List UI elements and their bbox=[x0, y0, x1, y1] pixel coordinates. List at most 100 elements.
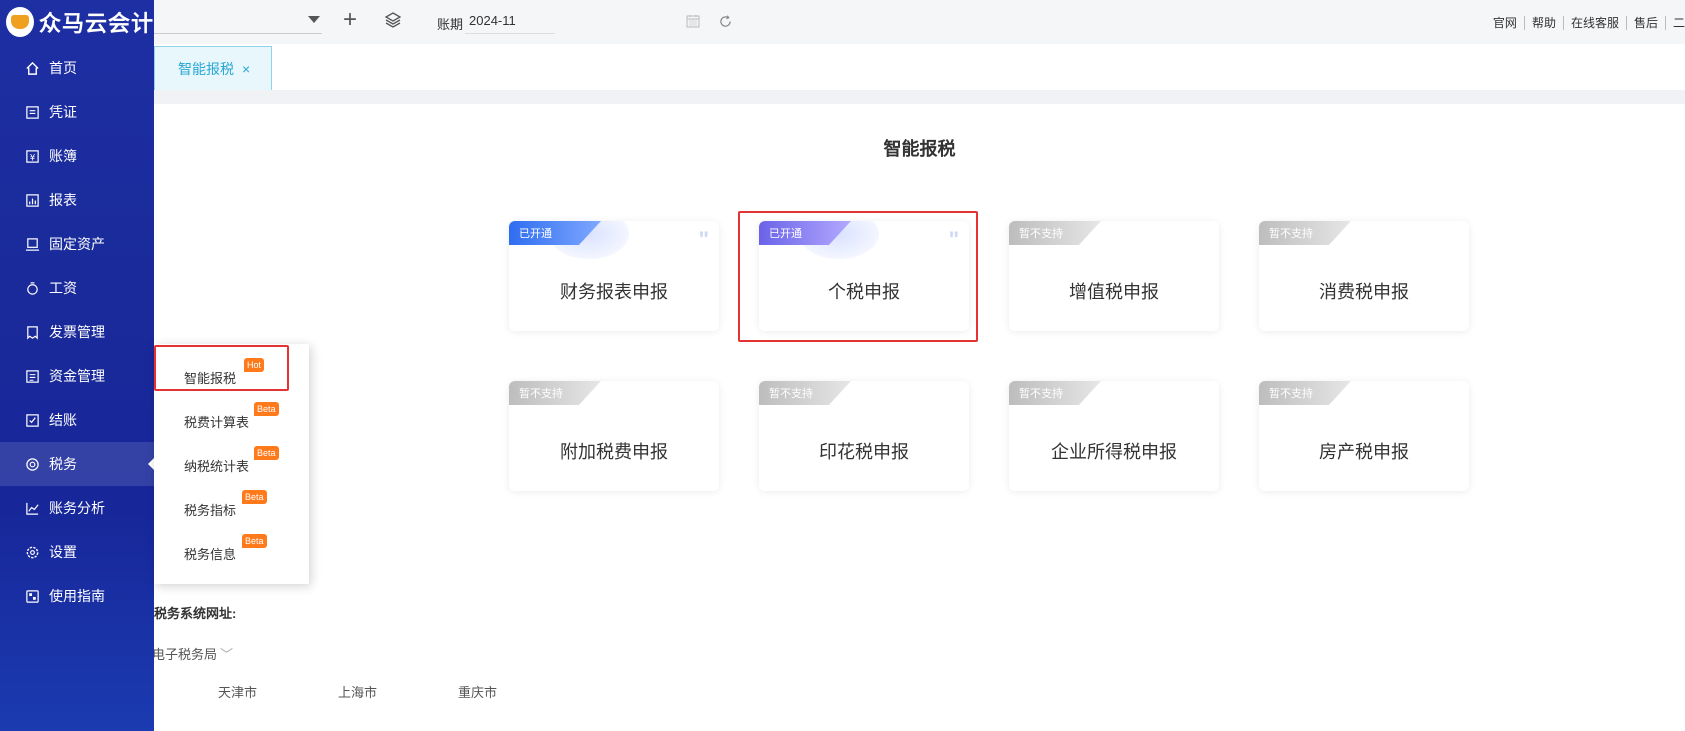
submenu-item-tax-indicators[interactable]: 税务指标 Beta bbox=[184, 490, 267, 519]
sidebar-item-fixed-assets[interactable]: 固定资产 bbox=[0, 222, 154, 266]
guide-icon bbox=[24, 588, 40, 604]
status-badge: 暂不支持 bbox=[1009, 221, 1101, 245]
app-name: 众马云会计 bbox=[38, 11, 154, 36]
sidebar-item-label: 工资 bbox=[49, 280, 77, 296]
submenu-item-label: 税务指标 bbox=[184, 503, 237, 518]
sidebar-item-label: 固定资产 bbox=[49, 236, 105, 252]
submenu-item-label: 纳税统计表 bbox=[184, 459, 250, 474]
sidebar-item-settings[interactable]: 设置 bbox=[0, 530, 154, 574]
divider-strip bbox=[154, 90, 1685, 104]
tab-smart-tax[interactable]: 智能报税 × bbox=[154, 46, 272, 90]
sidebar-item-tax[interactable]: 税务 bbox=[0, 442, 154, 486]
submenu-item-tax-stats[interactable]: 纳税统计表 Beta bbox=[184, 446, 279, 475]
submenu-item-label: 税费计算表 bbox=[184, 415, 250, 430]
card-consumption-tax[interactable]: 暂不支持 消费税申报 bbox=[1259, 221, 1469, 331]
beta-badge: Beta bbox=[242, 534, 267, 548]
sidebar-item-label: 凭证 bbox=[49, 104, 77, 120]
sidebar-item-label: 使用指南 bbox=[49, 588, 105, 604]
status-badge: 暂不支持 bbox=[1259, 381, 1351, 405]
voucher-icon bbox=[24, 104, 40, 120]
submenu-item-tax-info[interactable]: 税务信息 Beta bbox=[184, 534, 267, 563]
city-link-tianjin[interactable]: 天津市 bbox=[218, 682, 257, 701]
card-property-tax[interactable]: 暂不支持 房产税申报 bbox=[1259, 381, 1469, 491]
top-bar: + 账期 2024-11 官网 帮助 在线客服 售后二 bbox=[154, 0, 1685, 44]
caret-down-icon bbox=[308, 16, 320, 23]
card-vat[interactable]: 暂不支持 增值税申报 bbox=[1009, 221, 1219, 331]
sidebar-item-guide[interactable]: 使用指南 bbox=[0, 574, 154, 618]
card-label: 印花税申报 bbox=[819, 442, 909, 462]
submenu-highlight-box bbox=[154, 345, 289, 391]
city-link-chongqing[interactable]: 重庆市 bbox=[458, 682, 497, 701]
sidebar-item-label: 账务分析 bbox=[49, 500, 105, 516]
sidebar-item-label: 报表 bbox=[49, 192, 77, 208]
beta-badge: Beta bbox=[242, 490, 267, 504]
sidebar: 众马云会计 首页 凭证 ¥ 账簿 报表 固定资产 工资 发票管理 资金管理 结账… bbox=[0, 0, 154, 731]
link-official-site[interactable]: 官网 bbox=[1485, 16, 1525, 30]
city-link-shanghai[interactable]: 上海市 bbox=[338, 682, 377, 701]
sidebar-item-home[interactable]: 首页 bbox=[0, 46, 154, 90]
sidebar-nav: 首页 凭证 ¥ 账簿 报表 固定资产 工资 发票管理 资金管理 结账 税务 账务… bbox=[0, 46, 154, 618]
sidebar-item-invoice[interactable]: 发票管理 bbox=[0, 310, 154, 354]
status-badge: 暂不支持 bbox=[1259, 221, 1351, 245]
close-icon[interactable]: × bbox=[242, 61, 250, 77]
link-after-sales[interactable]: 售后 bbox=[1626, 16, 1666, 30]
sidebar-item-label: 发票管理 bbox=[49, 324, 105, 340]
period-input[interactable]: 2024-11 bbox=[465, 8, 555, 34]
calendar-icon[interactable] bbox=[686, 14, 700, 33]
sidebar-item-salary[interactable]: 工资 bbox=[0, 266, 154, 310]
link-help[interactable]: 帮助 bbox=[1524, 16, 1564, 30]
settings-icon bbox=[24, 544, 40, 560]
card-label: 增值税申报 bbox=[1069, 282, 1159, 302]
salary-icon bbox=[24, 280, 40, 296]
card-financial-report[interactable]: 已开通 " 财务报表申报 bbox=[509, 221, 719, 331]
link-online-support[interactable]: 在线客服 bbox=[1563, 16, 1627, 30]
tab-label: 智能报税 bbox=[178, 60, 234, 77]
tax-bureau-dropdown[interactable]: 电子税务局 ﹀ bbox=[152, 644, 233, 663]
layers-icon[interactable] bbox=[384, 11, 402, 34]
link-more[interactable]: 二 bbox=[1666, 16, 1685, 30]
invoice-icon bbox=[24, 324, 40, 340]
report-icon bbox=[24, 192, 40, 208]
card-label: 财务报表申报 bbox=[560, 282, 668, 302]
app-logo[interactable]: 众马云会计 bbox=[0, 0, 154, 44]
beta-badge: Beta bbox=[254, 446, 279, 460]
sidebar-item-fund[interactable]: 资金管理 bbox=[0, 354, 154, 398]
card-corporate-income-tax[interactable]: 暂不支持 企业所得税申报 bbox=[1009, 381, 1219, 491]
quote-mark-icon: " bbox=[698, 227, 709, 252]
closing-icon bbox=[24, 412, 40, 428]
card-stamp-tax[interactable]: 暂不支持 印花税申报 bbox=[759, 381, 969, 491]
add-icon[interactable]: + bbox=[343, 8, 357, 32]
status-badge: 暂不支持 bbox=[1009, 381, 1101, 405]
sidebar-item-label: 账簿 bbox=[49, 148, 77, 164]
logo-mark-icon bbox=[6, 7, 34, 37]
sidebar-item-closing[interactable]: 结账 bbox=[0, 398, 154, 442]
main-content: 智能报税 已开通 " 财务报表申报 已开通 " 个税申报 暂不支持 增值税申报 … bbox=[152, 104, 1685, 731]
sidebar-item-label: 设置 bbox=[49, 544, 77, 560]
period-label: 账期 bbox=[437, 17, 464, 32]
sidebar-item-label: 首页 bbox=[49, 60, 77, 76]
chevron-down-icon: ﹀ bbox=[220, 647, 234, 662]
sidebar-item-report[interactable]: 报表 bbox=[0, 178, 154, 222]
tax-bureau-label: 电子税务局 bbox=[152, 647, 218, 662]
sidebar-item-label: 资金管理 bbox=[49, 368, 105, 384]
svg-text:¥: ¥ bbox=[29, 152, 35, 162]
submenu-item-label: 税务信息 bbox=[184, 547, 237, 562]
sidebar-item-voucher[interactable]: 凭证 bbox=[0, 90, 154, 134]
sidebar-item-ledger[interactable]: ¥ 账簿 bbox=[0, 134, 154, 178]
sidebar-item-label: 税务 bbox=[49, 456, 77, 472]
submenu-item-tax-calc[interactable]: 税费计算表 Beta bbox=[184, 402, 279, 431]
asset-icon bbox=[24, 236, 40, 252]
sidebar-item-analysis[interactable]: 账务分析 bbox=[0, 486, 154, 530]
account-book-select[interactable] bbox=[154, 10, 322, 34]
card-surcharge-tax[interactable]: 暂不支持 附加税费申报 bbox=[509, 381, 719, 491]
tax-site-label: 税务系统网址: bbox=[154, 606, 237, 621]
card-label: 房产税申报 bbox=[1319, 442, 1409, 462]
tab-bar: 智能报税 × bbox=[154, 44, 1685, 90]
refresh-icon[interactable] bbox=[719, 15, 732, 33]
card-label: 企业所得税申报 bbox=[1051, 442, 1177, 462]
sidebar-item-label: 结账 bbox=[49, 412, 77, 428]
analysis-icon bbox=[24, 500, 40, 516]
ledger-icon: ¥ bbox=[24, 148, 40, 164]
fund-icon bbox=[24, 368, 40, 384]
top-links: 官网 帮助 在线客服 售后二 bbox=[1485, 14, 1685, 31]
